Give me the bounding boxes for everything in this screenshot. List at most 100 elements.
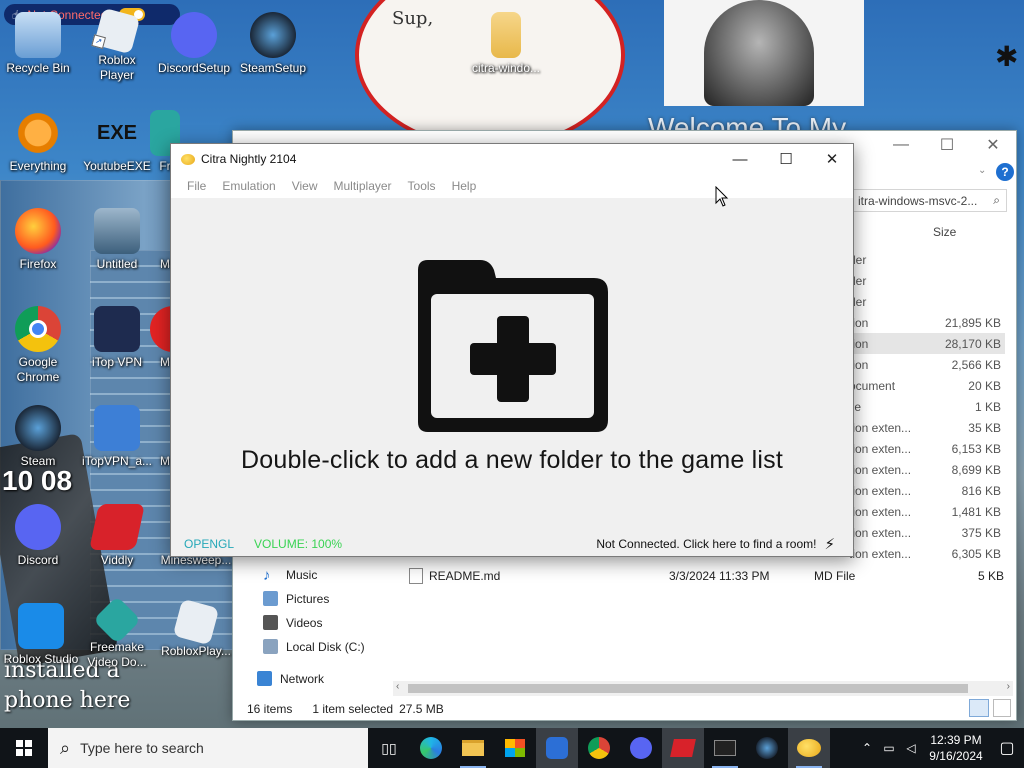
network-tray-icon[interactable]: ▭: [878, 741, 900, 755]
taskbar-itop-vpn[interactable]: [536, 728, 578, 768]
desktop-icon-firefox[interactable]: Firefox: [2, 208, 74, 272]
game-list-area[interactable]: Double-click to add a new folder to the …: [171, 198, 853, 529]
nav-item-network[interactable]: Network: [257, 671, 324, 686]
explorer-maximize-button[interactable]: ☐: [924, 135, 970, 155]
column-header-size[interactable]: Size: [933, 225, 956, 239]
roblox-studio-icon: [18, 603, 64, 649]
tray-overflow-chevron-icon[interactable]: ⌃: [856, 741, 878, 755]
desktop-icon-itop-vpn[interactable]: iTop VPN: [81, 306, 153, 370]
file-row-readme[interactable]: README.md 3/3/2024 11:33 PM MD File 5 KB: [409, 565, 1006, 587]
network-status-link[interactable]: Not Connected. Click here to find a room…: [596, 537, 816, 551]
taskbar-citra[interactable]: [788, 728, 830, 768]
citra-minimize-button[interactable]: —: [717, 144, 763, 174]
volume-status[interactable]: VOLUME: 100%: [254, 537, 342, 551]
file-row[interactable]: tion exten... 35 KB: [849, 417, 1005, 438]
drive-icon: [263, 639, 278, 654]
taskbar-file-explorer[interactable]: [452, 728, 494, 768]
desktop-icon-roblox-player-2[interactable]: RobloxPlay...: [158, 598, 234, 659]
citra-window[interactable]: Citra Nightly 2104 — ☐ ✕ File Emulation …: [170, 143, 854, 557]
file-size-cell: 8,699 KB: [951, 462, 1001, 477]
windows-logo-icon: [16, 740, 32, 756]
file-row[interactable]: tion exten... 8,699 KB: [849, 459, 1005, 480]
file-row[interactable]: tion exten... 6,305 KB: [849, 543, 1005, 564]
desktop-icon-youtubeexe[interactable]: EXE YoutubeEXE: [81, 110, 153, 174]
taskbar-steam[interactable]: [746, 728, 788, 768]
menu-tools[interactable]: Tools: [400, 179, 444, 193]
taskbar-clock[interactable]: 12:39 PM 9/16/2024: [922, 732, 990, 764]
file-row[interactable]: tion 21,895 KB: [849, 312, 1005, 333]
taskbar-search-box[interactable]: ⌕ Type here to search: [48, 728, 368, 768]
taskbar-terminal[interactable]: [704, 728, 746, 768]
desktop-icon-itopvpn-installer[interactable]: iTopVPN_a...: [81, 405, 153, 469]
file-row[interactable]: tion exten... 1,481 KB: [849, 501, 1005, 522]
desktop-icon-discord-setup[interactable]: DiscordSetup: [158, 12, 230, 76]
steam-icon: [250, 12, 296, 58]
file-type-cell: tion exten...: [849, 462, 912, 477]
desktop-icon-discord[interactable]: Discord: [2, 504, 74, 568]
explorer-status-bar: 16 items 1 item selected 27.5 MB: [247, 702, 444, 716]
chrome-icon: [588, 737, 610, 759]
details-view-icon[interactable]: [969, 699, 989, 717]
desktop-icon-citra-folder[interactable]: citra-windo...: [470, 12, 542, 76]
desktop-icon-roblox-studio[interactable]: Roblox Studio: [0, 603, 82, 667]
desktop-icon-steam-setup[interactable]: SteamSetup: [237, 12, 309, 76]
large-icons-view-icon[interactable]: [993, 699, 1011, 717]
phone-here-art-text: phone here: [4, 688, 131, 713]
menu-emulation[interactable]: Emulation: [214, 179, 283, 193]
taskbar-discord[interactable]: [620, 728, 662, 768]
task-view-button[interactable]: ▯▯: [368, 728, 410, 768]
file-row[interactable]: der: [849, 291, 1005, 312]
file-row[interactable]: tion exten... 375 KB: [849, 522, 1005, 543]
nav-item-music[interactable]: ♪ Music: [263, 567, 317, 584]
scrollbar-thumb[interactable]: [408, 684, 968, 693]
menu-file[interactable]: File: [179, 179, 214, 193]
file-row[interactable]: der: [849, 270, 1005, 291]
renderer-status[interactable]: OPENGL: [184, 537, 234, 551]
help-icon[interactable]: ?: [996, 163, 1014, 181]
desktop-icon-steam[interactable]: Steam: [2, 405, 74, 469]
taskbar-chrome[interactable]: [578, 728, 620, 768]
disconnected-plug-icon[interactable]: ⚡: [824, 535, 835, 553]
desktop-icon-google-chrome[interactable]: Google Chrome: [2, 306, 74, 385]
taskbar-store[interactable]: [494, 728, 536, 768]
desktop-icon-freemake[interactable]: Freemake Video Do...: [81, 595, 153, 670]
taskbar-edge[interactable]: [410, 728, 452, 768]
desktop-icon-viddly[interactable]: Viddly: [81, 504, 153, 568]
nav-item-pictures[interactable]: Pictures: [263, 591, 329, 606]
menu-view[interactable]: View: [284, 179, 326, 193]
taskbar-viddly[interactable]: [662, 728, 704, 768]
citra-maximize-button[interactable]: ☐: [763, 144, 809, 174]
file-row[interactable]: tion exten... 6,153 KB: [849, 438, 1005, 459]
citra-close-button[interactable]: ✕: [809, 144, 855, 174]
recycle-bin-icon: [15, 12, 61, 58]
file-row[interactable]: tion 2,566 KB: [849, 354, 1005, 375]
scroll-left-icon[interactable]: ‹: [396, 681, 399, 692]
desktop-icon-roblox-player[interactable]: ↗ Roblox Player: [81, 7, 153, 83]
scroll-right-icon[interactable]: ›: [1007, 681, 1010, 692]
explorer-minimize-button[interactable]: —: [878, 136, 924, 154]
desktop-icon-everything[interactable]: Everything: [2, 110, 74, 174]
nav-item-videos[interactable]: Videos: [263, 615, 322, 630]
citra-logo-icon: [797, 739, 821, 757]
file-row[interactable]: der: [849, 249, 1005, 270]
explorer-search-input[interactable]: itra-windows-msvc-2... ⌕: [851, 189, 1007, 212]
file-row[interactable]: tion 28,170 KB: [849, 333, 1005, 354]
file-row[interactable]: tion exten... 816 KB: [849, 480, 1005, 501]
file-size-cell: 1,481 KB: [951, 504, 1001, 519]
citra-status-bar: OPENGL VOLUME: 100% Not Connected. Click…: [171, 531, 853, 557]
menu-help[interactable]: Help: [444, 179, 485, 193]
horizontal-scrollbar[interactable]: ‹ ›: [393, 681, 1013, 696]
volume-muted-icon[interactable]: ◁: [900, 741, 922, 755]
file-type-cell: tion exten...: [849, 420, 912, 435]
add-folder-icon[interactable]: [410, 256, 614, 436]
notification-center-icon[interactable]: ▢: [990, 738, 1024, 758]
desktop-icon-recycle-bin[interactable]: Recycle Bin: [2, 12, 74, 76]
file-row[interactable]: ile 1 KB: [849, 396, 1005, 417]
nav-item-local-disk[interactable]: Local Disk (C:): [263, 639, 365, 654]
desktop-icon-untitled[interactable]: Untitled: [81, 208, 153, 272]
file-row[interactable]: ocument 20 KB: [849, 375, 1005, 396]
ribbon-expand-icon[interactable]: ⌄: [978, 165, 986, 176]
start-button[interactable]: [0, 728, 48, 768]
explorer-close-button[interactable]: ✕: [970, 135, 1016, 155]
menu-multiplayer[interactable]: Multiplayer: [326, 179, 400, 193]
